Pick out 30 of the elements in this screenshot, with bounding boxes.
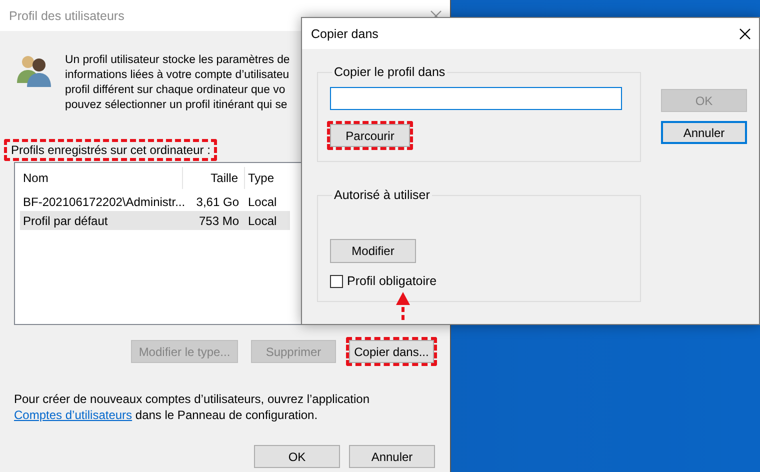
- table-cell-text: BF-202106172202\Administr...: [22, 194, 183, 208]
- group-label: Copier le profil dans: [333, 65, 446, 79]
- column-header[interactable]: Nom: [20, 167, 183, 189]
- window-title: Profil des utilisateurs: [9, 8, 124, 22]
- description-text: Un profil utilisateur stocke les paramètres de informations liées à votre compte d’utilisateu profil différent sur chaque ordinateur que vo pouvez sélectionner un profil itinérant qui se: [65, 53, 290, 113]
- checkbox-label: Profil obligatoire: [347, 274, 437, 288]
- group-label: Autorisé à utiliser: [333, 188, 431, 202]
- modify-button[interactable]: Modifier: [330, 239, 416, 263]
- table-cell-text: Local: [247, 214, 278, 228]
- table-row[interactable]: Profil par défaut 753 Mo Local: [20, 211, 290, 230]
- table-cell-text: Local: [247, 194, 278, 208]
- table-cell-text: 753 Mo: [198, 214, 240, 228]
- users-icon: [16, 53, 52, 87]
- checkbox[interactable]: [330, 274, 343, 288]
- arrow: [396, 292, 410, 320]
- dialog-button[interactable]: OK: [254, 445, 340, 468]
- section-label: Profils enregistrés sur cet ordinateur :: [10, 142, 212, 158]
- window-title: Copier dans: [311, 26, 378, 40]
- accounts-link[interactable]: Comptes d’utilisateurs: [14, 408, 132, 422]
- browse-button[interactable]: Parcourir: [330, 124, 410, 147]
- table-cell-text: 3,61 Go: [195, 194, 240, 208]
- dialog-button[interactable]: Annuler: [661, 121, 747, 144]
- dialog-button[interactable]: Annuler: [349, 445, 435, 468]
- close-icon[interactable]: [739, 28, 751, 40]
- table-row[interactable]: BF-202106172202\Administr... 3,61 Go Local: [20, 192, 290, 211]
- action-button[interactable]: Copier dans...: [349, 340, 434, 363]
- column-header[interactable]: Taille: [183, 167, 245, 189]
- info-text: Pour créer de nouveaux comptes d’utilisateurs, ouvrez l’application Comptes d’utilisateurs dans le Panneau de configuration.: [14, 391, 371, 423]
- path-field[interactable]: [330, 87, 622, 110]
- table-cell-text: Profil par défaut: [22, 214, 109, 228]
